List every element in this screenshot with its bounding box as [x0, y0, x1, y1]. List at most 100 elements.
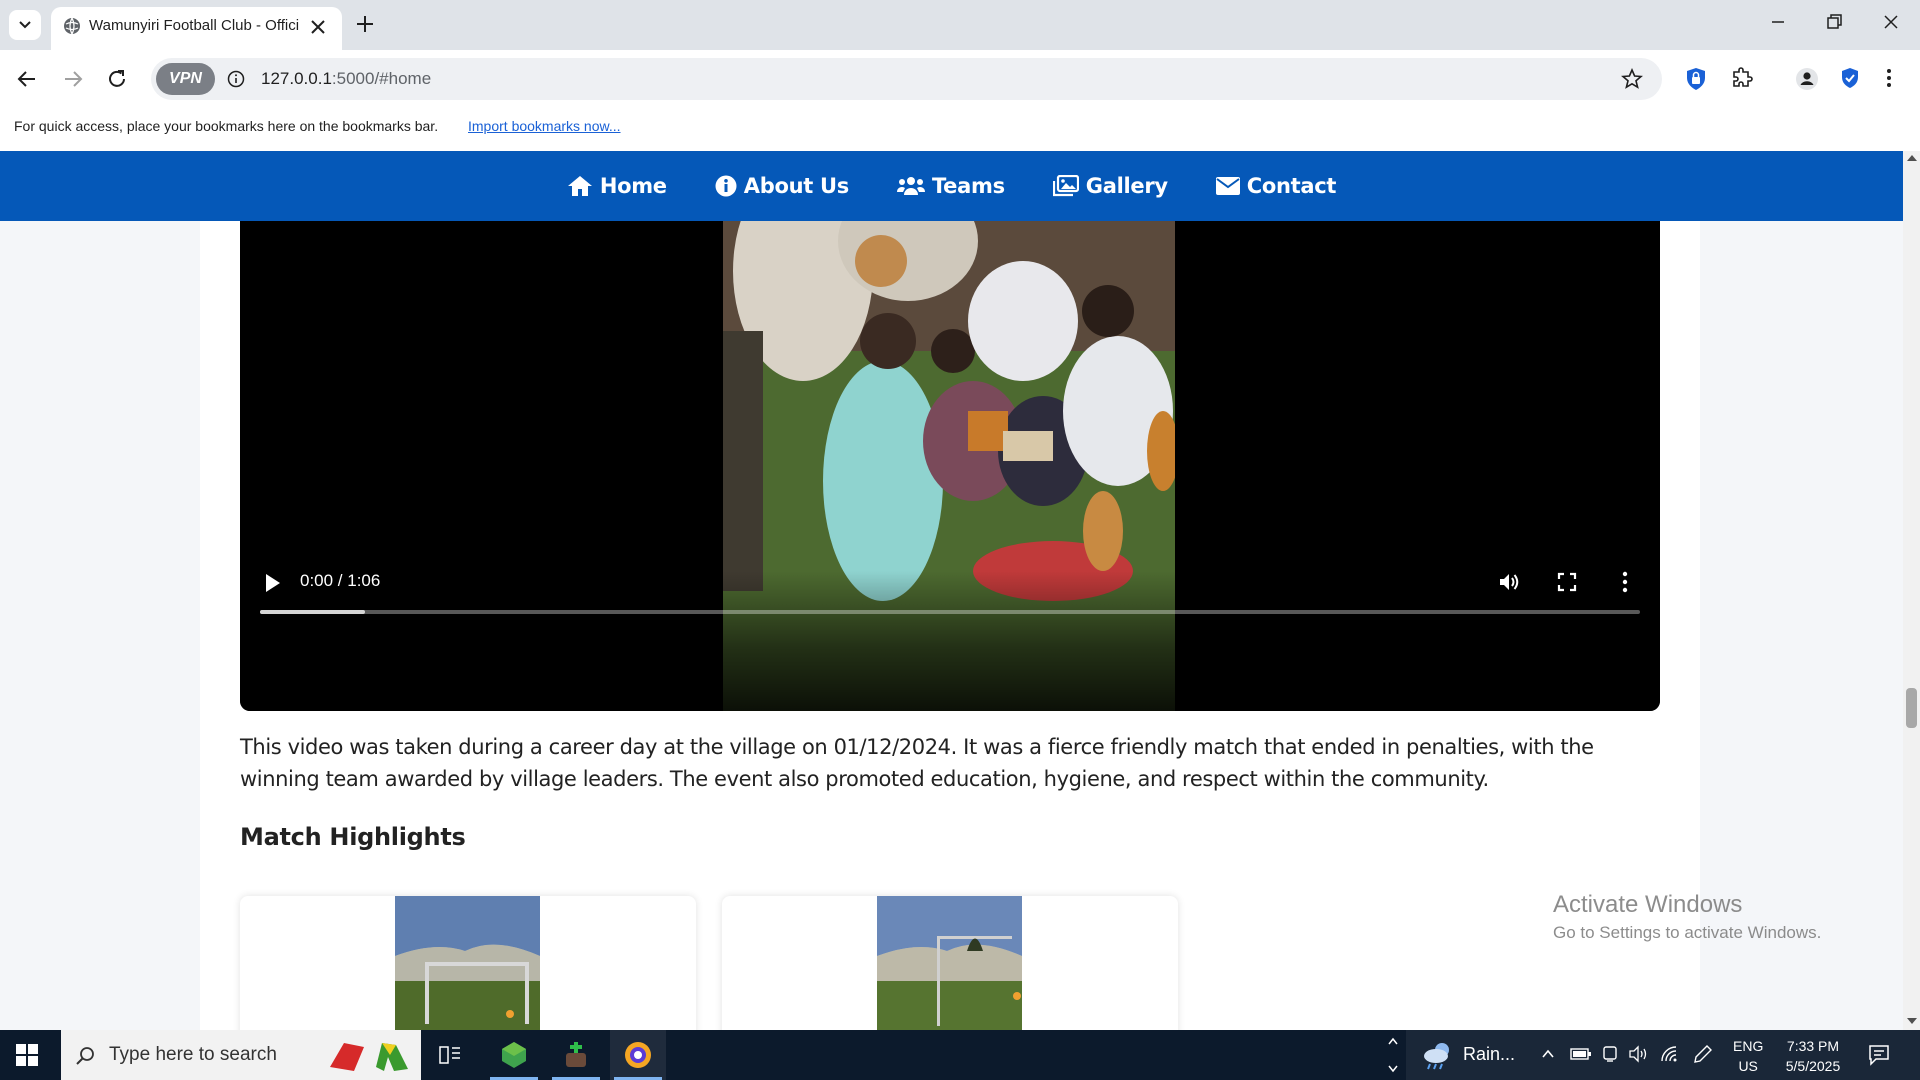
highlight-card[interactable]	[240, 896, 696, 1030]
browser-tab[interactable]: Wamunyiri Football Club - Official	[51, 7, 342, 50]
tray-expand-icon[interactable]	[1541, 1048, 1555, 1060]
scroll-down-arrow-icon[interactable]	[1907, 1018, 1917, 1024]
scrollbar-thumb[interactable]	[1906, 688, 1917, 728]
system-clock[interactable]: 7:33 PM 5/5/2025	[1780, 1036, 1846, 1076]
notifications-icon[interactable]	[1868, 1044, 1890, 1066]
activate-windows-watermark: Activate Windows Go to Settings to activ…	[1553, 891, 1821, 943]
nav-label: Contact	[1246, 174, 1337, 198]
search-highlight-icon	[330, 1043, 408, 1071]
highlight-image	[395, 896, 540, 1030]
device-icon[interactable]	[1601, 1045, 1619, 1063]
speaker-icon[interactable]	[1628, 1045, 1650, 1063]
windows-taskbar: Type here to search Rain... ENG US 7:33 …	[0, 1030, 1920, 1080]
taskbar-task-view[interactable]	[422, 1030, 478, 1080]
taskbar-search-box[interactable]: Type here to search	[61, 1030, 421, 1080]
site-navbar: Home About Us Teams Gallery Contact	[0, 151, 1903, 221]
browser-tab-strip: Wamunyiri Football Club - Official	[0, 0, 1920, 50]
import-bookmarks-link[interactable]: Import bookmarks now...	[468, 118, 621, 134]
bookmarks-hint: For quick access, place your bookmarks h…	[14, 118, 439, 134]
vpn-badge[interactable]: VPN	[156, 63, 215, 95]
url-path: :5000/#home	[331, 69, 432, 88]
clock-date: 5/5/2025	[1785, 1058, 1841, 1074]
video-player[interactable]: 0:00 / 1:06	[240, 151, 1660, 711]
language-code: ENG	[1733, 1038, 1764, 1054]
envelope-icon	[1215, 177, 1240, 195]
nav-item-about-us[interactable]: About Us	[715, 174, 849, 198]
info-icon	[715, 175, 737, 197]
shield-extension-icon[interactable]	[1840, 67, 1860, 89]
clock-time: 7:33 PM	[1786, 1038, 1840, 1054]
battery-icon[interactable]	[1570, 1047, 1592, 1061]
nav-item-home[interactable]: Home	[567, 174, 667, 198]
video-buffered	[260, 610, 365, 614]
nav-item-teams[interactable]: Teams	[896, 174, 1005, 198]
globe-icon	[64, 17, 80, 35]
video-controls-overlay	[240, 571, 1660, 711]
video-time: 0:00 / 1:06	[300, 571, 381, 590]
home-icon	[567, 176, 592, 196]
nav-label: Gallery	[1085, 174, 1168, 198]
profile-icon[interactable]	[1795, 67, 1819, 91]
page-scrollbar[interactable]	[1903, 151, 1920, 1030]
browser-toolbar: VPN 127.0.0.1:5000/#home	[0, 50, 1920, 108]
wifi-icon[interactable]	[1660, 1045, 1680, 1063]
nav-item-contact[interactable]: Contact	[1215, 174, 1337, 198]
weather-text[interactable]: Rain...	[1463, 1044, 1515, 1065]
chevron-down-icon	[19, 21, 31, 29]
taskbar-app-tool[interactable]	[548, 1030, 604, 1080]
password-manager-icon[interactable]	[1685, 67, 1707, 91]
close-tab-icon[interactable]	[307, 16, 329, 38]
taskbar-scroll-icon[interactable]	[1387, 1034, 1399, 1076]
section-title-match-highlights: Match Highlights	[240, 823, 466, 851]
tab-search-button[interactable]	[9, 10, 41, 40]
taskbar-app-node[interactable]	[486, 1030, 542, 1080]
app-tool-icon	[566, 1042, 586, 1067]
address-bar[interactable]: VPN 127.0.0.1:5000/#home	[151, 58, 1662, 100]
reload-icon[interactable]	[105, 67, 129, 91]
taskbar-search-placeholder: Type here to search	[109, 1044, 277, 1065]
taskbar-app-browser[interactable]	[610, 1030, 666, 1080]
minimize-icon[interactable]	[1768, 12, 1788, 32]
menu-kebab-icon[interactable]	[1885, 67, 1893, 89]
url-text[interactable]: 127.0.0.1:5000/#home	[261, 69, 431, 89]
play-icon[interactable]	[264, 573, 282, 593]
forward-icon[interactable]	[61, 67, 85, 91]
pen-icon[interactable]	[1693, 1044, 1713, 1064]
video-progress-bar[interactable]	[260, 610, 1640, 614]
images-icon	[1052, 175, 1079, 197]
back-icon[interactable]	[15, 67, 39, 91]
bookmarks-bar: For quick access, place your bookmarks h…	[0, 108, 1920, 151]
new-tab-icon[interactable]	[354, 13, 376, 35]
fullscreen-icon[interactable]	[1557, 572, 1577, 592]
extensions-icon[interactable]	[1731, 67, 1753, 89]
nav-label: Teams	[931, 174, 1005, 198]
highlight-thumbnail[interactable]	[395, 896, 540, 1030]
keyboard-region: US	[1738, 1058, 1758, 1074]
browser-app-icon	[625, 1042, 651, 1068]
search-icon	[76, 1047, 94, 1065]
restore-icon[interactable]	[1824, 12, 1844, 32]
activate-windows-title: Activate Windows	[1553, 891, 1743, 918]
nav-label: About Us	[743, 174, 849, 198]
video-options-icon[interactable]	[1622, 571, 1628, 593]
highlight-card[interactable]	[722, 896, 1178, 1030]
hexagon-app-icon	[502, 1042, 526, 1068]
activate-windows-hint: Go to Settings to activate Windows.	[1553, 923, 1822, 942]
nav-label: Home	[599, 174, 667, 198]
users-icon	[896, 177, 925, 195]
language-indicator[interactable]: ENG US	[1733, 1036, 1763, 1076]
weather-rain-icon[interactable]	[1422, 1040, 1454, 1070]
tab-title: Wamunyiri Football Club - Official	[89, 17, 299, 34]
task-view-icon	[439, 1046, 460, 1064]
volume-icon[interactable]	[1497, 570, 1521, 594]
highlight-thumbnail[interactable]	[877, 896, 1022, 1030]
video-description: This video was taken during a career day…	[240, 735, 1594, 791]
page-viewport: 0:00 / 1:06 This video was taken during …	[0, 151, 1903, 1030]
url-host: 127.0.0.1	[261, 69, 332, 88]
site-info-icon[interactable]	[227, 70, 245, 88]
bookmark-star-icon[interactable]	[1621, 68, 1643, 90]
nav-item-gallery[interactable]: Gallery	[1052, 174, 1168, 198]
scroll-up-arrow-icon[interactable]	[1907, 155, 1917, 161]
close-window-icon[interactable]	[1881, 12, 1901, 32]
windows-start-icon[interactable]	[16, 1044, 38, 1066]
